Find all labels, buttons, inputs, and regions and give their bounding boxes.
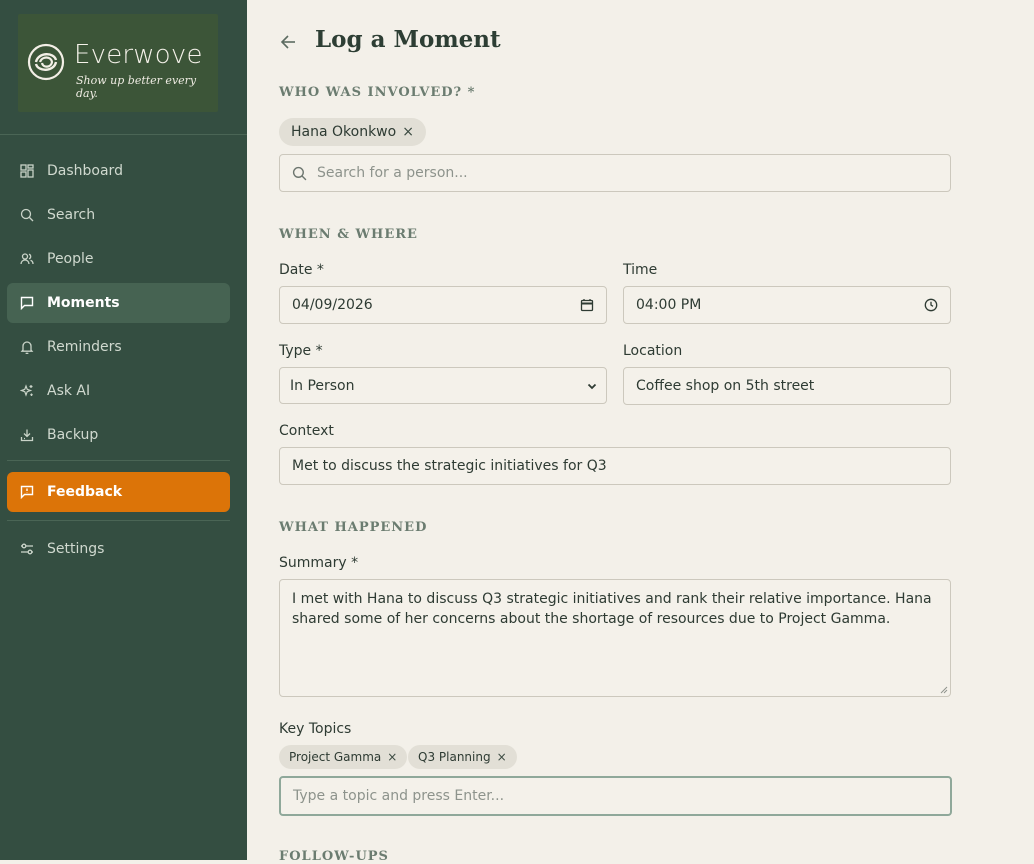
logo: Everwove Show up better every day.	[18, 14, 218, 112]
remove-topic-icon[interactable]: ×	[497, 750, 507, 764]
resize-handle-icon[interactable]	[940, 686, 948, 694]
person-chip-label: Hana Okonkwo	[291, 124, 397, 140]
context-input[interactable]: Met to discuss the strategic initiatives…	[279, 447, 951, 485]
date-label: Date *	[279, 262, 324, 278]
divider	[7, 520, 230, 521]
section-happened-heading: WHAT HAPPENED	[279, 520, 428, 535]
location-value: Coffee shop on 5th street	[636, 378, 815, 394]
context-label: Context	[279, 423, 334, 439]
context-value: Met to discuss the strategic initiatives…	[292, 458, 607, 474]
nav-label: Search	[47, 207, 96, 223]
page-title: Log a Moment	[315, 26, 501, 53]
feedback-label: Feedback	[47, 484, 123, 500]
nav-reminders[interactable]: Reminders	[7, 327, 230, 367]
brand-name: Everwove	[74, 40, 203, 70]
nav-label: Moments	[47, 295, 120, 311]
grid-icon	[20, 164, 34, 178]
time-input[interactable]: 04:00 PM	[623, 286, 951, 324]
type-label: Type *	[279, 343, 323, 359]
nav-settings[interactable]: Settings	[7, 529, 230, 569]
nav-dashboard[interactable]: Dashboard	[7, 151, 230, 191]
nav-label: Ask AI	[47, 383, 91, 399]
sliders-icon	[20, 542, 34, 556]
location-label: Location	[623, 343, 683, 359]
feedback-icon	[20, 485, 34, 499]
back-arrow-icon[interactable]	[279, 32, 299, 52]
clock-icon[interactable]	[924, 298, 938, 312]
location-input[interactable]: Coffee shop on 5th street	[623, 367, 951, 405]
chat-icon	[20, 296, 34, 310]
nav-label: Backup	[47, 427, 99, 443]
nav-label: Dashboard	[47, 163, 123, 179]
topic-chip-label: Q3 Planning	[418, 750, 491, 764]
divider	[7, 460, 230, 461]
topic-chip: Project Gamma ×	[279, 745, 408, 769]
logo-icon	[27, 43, 65, 81]
topic-chip: Q3 Planning ×	[408, 745, 517, 769]
summary-value: I met with Hana to discuss Q3 strategic …	[292, 591, 932, 627]
date-input[interactable]: 04/09/2026	[279, 286, 607, 324]
search-icon	[20, 208, 34, 222]
person-chip: Hana Okonkwo ×	[279, 118, 426, 146]
person-search-input[interactable]: Search for a person...	[279, 154, 951, 192]
date-value: 04/09/2026	[292, 297, 373, 313]
topic-chip-label: Project Gamma	[289, 750, 382, 764]
topic-placeholder: Type a topic and press Enter...	[293, 788, 505, 804]
section-who-heading: WHO WAS INVOLVED? *	[279, 85, 476, 100]
nav-search[interactable]: Search	[7, 195, 230, 235]
nav-people[interactable]: People	[7, 239, 230, 279]
sparkle-icon	[20, 384, 34, 398]
nav-ask-ai[interactable]: Ask AI	[7, 371, 230, 411]
remove-topic-icon[interactable]: ×	[387, 750, 397, 764]
topics-label: Key Topics	[279, 721, 352, 737]
nav-moments[interactable]: Moments	[7, 283, 230, 323]
time-label: Time	[623, 262, 658, 278]
type-select[interactable]: In Person	[279, 367, 607, 404]
bell-icon	[20, 340, 34, 354]
people-icon	[20, 252, 34, 266]
brand-tagline: Show up better every day.	[76, 74, 197, 100]
chevron-down-icon	[587, 383, 597, 389]
time-value: 04:00 PM	[636, 297, 702, 313]
person-search-placeholder: Search for a person...	[317, 165, 468, 181]
remove-person-icon[interactable]: ×	[402, 124, 414, 140]
summary-textarea[interactable]: I met with Hana to discuss Q3 strategic …	[279, 579, 951, 697]
nav-label: Reminders	[47, 339, 122, 355]
feedback-button[interactable]: Feedback	[7, 472, 230, 512]
summary-label: Summary *	[279, 555, 359, 571]
topic-input[interactable]: Type a topic and press Enter...	[279, 776, 952, 816]
section-when-heading: WHEN & WHERE	[279, 227, 418, 242]
sidebar: Everwove Show up better every day. Dashb…	[0, 0, 247, 860]
calendar-icon[interactable]	[580, 298, 594, 312]
nav-label: Settings	[47, 541, 105, 557]
divider	[0, 134, 247, 135]
search-icon	[292, 166, 307, 180]
nav-label: People	[47, 251, 94, 267]
nav-backup[interactable]: Backup	[7, 415, 230, 455]
download-icon	[20, 428, 34, 442]
section-followups-heading: FOLLOW-UPS	[279, 849, 389, 864]
type-value: In Person	[290, 377, 355, 394]
